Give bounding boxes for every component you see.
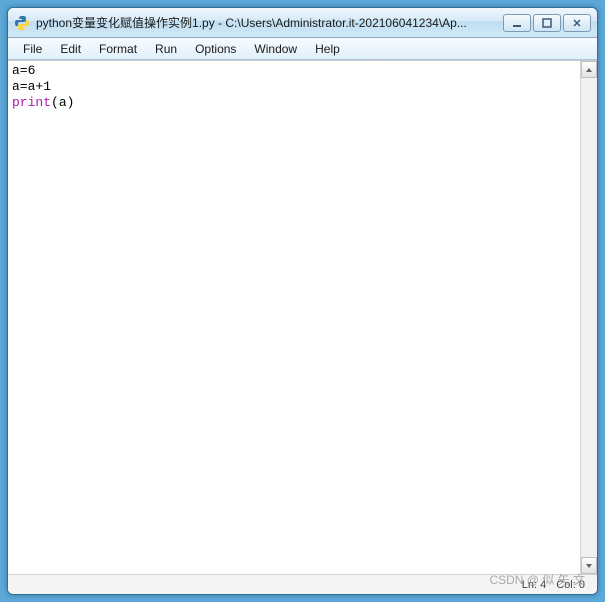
menu-edit[interactable]: Edit: [51, 40, 90, 58]
code-token: a=6: [12, 63, 35, 78]
minimize-button[interactable]: [503, 14, 531, 32]
maximize-button[interactable]: [533, 14, 561, 32]
code-line: a=6: [12, 63, 576, 79]
statusbar: Ln: 4 Col: 0: [8, 574, 597, 594]
vertical-scrollbar[interactable]: [580, 61, 597, 574]
scroll-up-button[interactable]: [581, 61, 597, 78]
code-token: print: [12, 95, 51, 110]
scroll-track[interactable]: [581, 78, 597, 557]
code-token: (a): [51, 95, 74, 110]
menubar: File Edit Format Run Options Window Help: [8, 38, 597, 60]
scroll-down-button[interactable]: [581, 557, 597, 574]
menu-window[interactable]: Window: [245, 40, 306, 58]
close-button[interactable]: [563, 14, 591, 32]
python-icon: [14, 15, 30, 31]
editor-area: a=6a=a+1print(a): [8, 60, 597, 574]
code-editor[interactable]: a=6a=a+1print(a): [8, 61, 580, 574]
window-controls: [503, 14, 591, 32]
idle-window: python变量变化赋值操作实例1.py - C:\Users\Administ…: [7, 7, 598, 595]
code-token: a=a+1: [12, 79, 51, 94]
menu-help[interactable]: Help: [306, 40, 349, 58]
menu-format[interactable]: Format: [90, 40, 146, 58]
code-line: a=a+1: [12, 79, 576, 95]
status-col: Col: 0: [556, 579, 585, 591]
window-title: python变量变化赋值操作实例1.py - C:\Users\Administ…: [36, 14, 503, 31]
code-line: print(a): [12, 95, 576, 111]
menu-run[interactable]: Run: [146, 40, 186, 58]
menu-options[interactable]: Options: [186, 40, 245, 58]
titlebar[interactable]: python变量变化赋值操作实例1.py - C:\Users\Administ…: [8, 8, 597, 38]
status-line: Ln: 4: [522, 579, 546, 591]
menu-file[interactable]: File: [14, 40, 51, 58]
